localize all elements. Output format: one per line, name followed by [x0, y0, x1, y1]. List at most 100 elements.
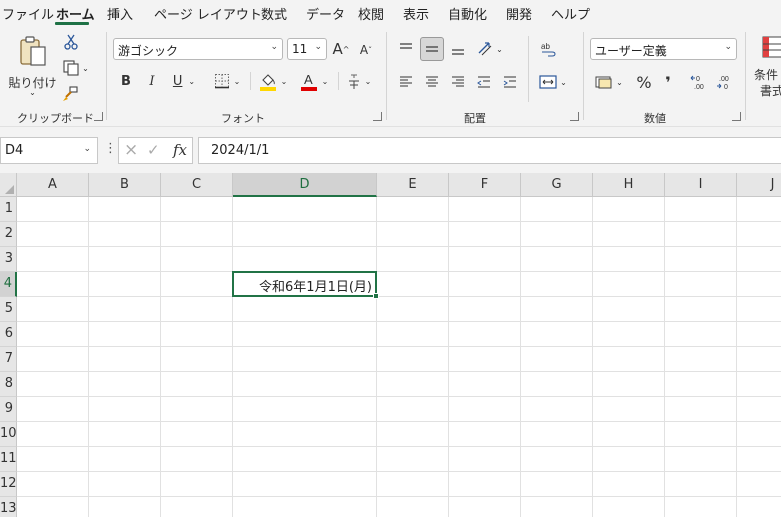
row-header-11[interactable]: 11 — [0, 447, 17, 472]
orientation-button[interactable]: ⌄ — [474, 38, 506, 60]
cell-f12[interactable] — [449, 472, 521, 497]
more-options-icon[interactable]: ⋮ — [104, 141, 117, 156]
cell-d11[interactable] — [233, 447, 377, 472]
enter-icon[interactable]: ✓ — [147, 141, 160, 159]
tab-data[interactable]: データ — [306, 4, 345, 23]
cell-e1[interactable] — [377, 197, 449, 222]
cell-g4[interactable] — [521, 272, 593, 297]
cell-i8[interactable] — [665, 372, 737, 397]
cell-d13[interactable] — [233, 497, 377, 517]
cell-a1[interactable] — [17, 197, 89, 222]
row-header-1[interactable]: 1 — [0, 197, 17, 222]
cell-j13[interactable] — [737, 497, 781, 517]
cell-d5[interactable] — [233, 297, 377, 322]
format-painter-button[interactable] — [60, 84, 80, 104]
cell-d10[interactable] — [233, 422, 377, 447]
cell-j3[interactable] — [737, 247, 781, 272]
cell-j6[interactable] — [737, 322, 781, 347]
cell-g8[interactable] — [521, 372, 593, 397]
increase-decimal-button[interactable]: 0 .00 — [688, 71, 710, 93]
cell-f6[interactable] — [449, 322, 521, 347]
cell-a2[interactable] — [17, 222, 89, 247]
cell-e2[interactable] — [377, 222, 449, 247]
merge-center-button[interactable]: ⌄ — [535, 71, 571, 93]
column-header-a[interactable]: A — [17, 173, 89, 197]
percent-style-button[interactable]: % — [634, 71, 654, 93]
cell-i12[interactable] — [665, 472, 737, 497]
cell-i7[interactable] — [665, 347, 737, 372]
cell-a7[interactable] — [17, 347, 89, 372]
conditional-formatting-button[interactable]: 条件 書式 — [752, 34, 781, 100]
row-header-8[interactable]: 8 — [0, 372, 17, 397]
cell-i3[interactable] — [665, 247, 737, 272]
cell-e12[interactable] — [377, 472, 449, 497]
cell-d3[interactable] — [233, 247, 377, 272]
cell-j9[interactable] — [737, 397, 781, 422]
row-header-4[interactable]: 4 — [0, 272, 17, 297]
column-header-i[interactable]: I — [665, 173, 737, 197]
cell-h2[interactable] — [593, 222, 665, 247]
cell-j8[interactable] — [737, 372, 781, 397]
cell-b2[interactable] — [89, 222, 161, 247]
tab-review[interactable]: 校閲 — [358, 4, 384, 23]
cell-i4[interactable] — [665, 272, 737, 297]
align-right-button[interactable] — [447, 72, 469, 92]
cell-j2[interactable] — [737, 222, 781, 247]
cell-c9[interactable] — [161, 397, 233, 422]
number-format-select[interactable]: ユーザー定義 ⌄ — [590, 38, 737, 60]
cell-h7[interactable] — [593, 347, 665, 372]
cell-f7[interactable] — [449, 347, 521, 372]
cell-c2[interactable] — [161, 222, 233, 247]
cell-g12[interactable] — [521, 472, 593, 497]
cell-f3[interactable] — [449, 247, 521, 272]
cell-g9[interactable] — [521, 397, 593, 422]
clipboard-launcher-icon[interactable] — [94, 112, 103, 121]
cell-i5[interactable] — [665, 297, 737, 322]
cell-f1[interactable] — [449, 197, 521, 222]
cell-j5[interactable] — [737, 297, 781, 322]
cell-c12[interactable] — [161, 472, 233, 497]
fill-handle[interactable] — [373, 293, 379, 299]
cell-f10[interactable] — [449, 422, 521, 447]
cell-e11[interactable] — [377, 447, 449, 472]
cell-b12[interactable] — [89, 472, 161, 497]
cell-d9[interactable] — [233, 397, 377, 422]
tab-view[interactable]: 表示 — [403, 4, 429, 23]
cell-c1[interactable] — [161, 197, 233, 222]
row-header-7[interactable]: 7 — [0, 347, 17, 372]
cell-i13[interactable] — [665, 497, 737, 517]
column-header-d[interactable]: D — [233, 173, 377, 197]
cell-i2[interactable] — [665, 222, 737, 247]
row-header-13[interactable]: 13 — [0, 497, 17, 517]
cell-e10[interactable] — [377, 422, 449, 447]
cell-a3[interactable] — [17, 247, 89, 272]
cell-d8[interactable] — [233, 372, 377, 397]
underline-button[interactable]: U ⌄ — [167, 71, 201, 91]
cell-a10[interactable] — [17, 422, 89, 447]
row-header-10[interactable]: 10 — [0, 422, 17, 447]
alignment-launcher-icon[interactable] — [570, 112, 579, 121]
cell-c7[interactable] — [161, 347, 233, 372]
cell-h1[interactable] — [593, 197, 665, 222]
cell-h8[interactable] — [593, 372, 665, 397]
font-launcher-icon[interactable] — [373, 112, 382, 121]
cell-f5[interactable] — [449, 297, 521, 322]
cell-d12[interactable] — [233, 472, 377, 497]
tab-page-layout[interactable]: ページ レイアウト — [154, 4, 262, 23]
cell-e8[interactable] — [377, 372, 449, 397]
cell-d1[interactable] — [233, 197, 377, 222]
cell-c10[interactable] — [161, 422, 233, 447]
cell-a6[interactable] — [17, 322, 89, 347]
cell-e9[interactable] — [377, 397, 449, 422]
cell-g6[interactable] — [521, 322, 593, 347]
cell-i10[interactable] — [665, 422, 737, 447]
tab-help[interactable]: ヘルプ — [551, 4, 590, 23]
font-name-select[interactable]: 游ゴシック ⌄ — [113, 38, 283, 60]
cell-b1[interactable] — [89, 197, 161, 222]
cell-h13[interactable] — [593, 497, 665, 517]
cell-g10[interactable] — [521, 422, 593, 447]
cancel-icon[interactable]: × — [124, 140, 138, 160]
cell-f9[interactable] — [449, 397, 521, 422]
number-launcher-icon[interactable] — [732, 112, 741, 121]
cell-b11[interactable] — [89, 447, 161, 472]
